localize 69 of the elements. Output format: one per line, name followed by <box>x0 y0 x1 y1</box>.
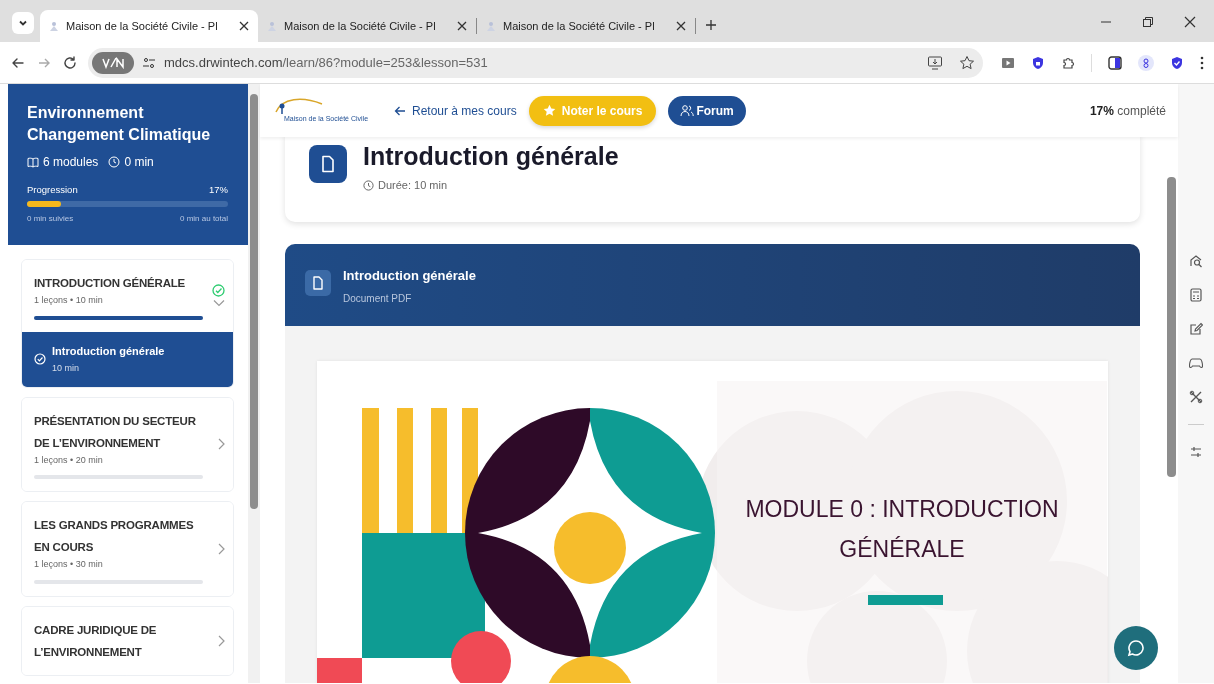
browser-tab[interactable]: Maison de la Société Civile - Pl <box>258 10 476 42</box>
lesson-title: Introduction générale <box>363 141 619 171</box>
back-link[interactable]: Retour à mes cours <box>394 101 517 120</box>
shield-check-icon[interactable] <box>1170 55 1184 70</box>
completion-text: 17% complété <box>1089 102 1166 120</box>
gamepad-icon[interactable] <box>1189 356 1203 370</box>
document-icon <box>305 269 331 296</box>
clock-icon <box>363 179 374 191</box>
document-type: Document PDF <box>343 292 413 306</box>
more-menu-icon[interactable] <box>1200 55 1204 70</box>
favicon-icon <box>485 20 497 32</box>
restore-icon[interactable] <box>1142 16 1154 28</box>
search-icon[interactable] <box>1189 254 1203 268</box>
favicon-icon <box>266 20 278 32</box>
chevron-down-icon <box>213 299 225 308</box>
progress-value: 17% <box>209 182 228 197</box>
lesson-duration: 10 min <box>52 362 80 376</box>
total-time: 0 min au total <box>179 213 228 226</box>
close-icon[interactable] <box>1184 16 1196 28</box>
tab-list-button[interactable] <box>12 12 34 34</box>
browser-tab[interactable]: Maison de la Société Civile - Pl <box>40 10 258 42</box>
calculator-icon[interactable] <box>1189 288 1203 302</box>
chevron-right-icon <box>217 634 225 647</box>
star-icon[interactable] <box>959 54 975 71</box>
book-icon <box>27 155 39 168</box>
close-icon <box>675 20 687 32</box>
users-icon <box>680 104 695 117</box>
chevron-right-icon <box>217 438 225 451</box>
edit-icon[interactable] <box>1189 322 1203 336</box>
module-header[interactable]: PRÉSENTATION DU SECTEUR DE L’ENVIRONNEMENT 1 leçons • 20 min <box>22 397 233 492</box>
module-header[interactable]: CADRE JURIDIQUE DE L’ENVIRONNEMENT <box>22 606 233 675</box>
duration-text: Durée: 10 min <box>378 178 448 193</box>
contrast-icon[interactable] <box>1108 55 1122 70</box>
new-tab-icon[interactable] <box>704 18 718 32</box>
close-icon <box>456 20 468 32</box>
modules-count: 6 modules <box>43 153 99 171</box>
chevron-right-icon <box>217 542 225 555</box>
lesson-title: Introduction générale <box>52 343 165 359</box>
scrollbar[interactable] <box>248 84 260 683</box>
check-circle-icon <box>34 353 46 366</box>
back-arrow-icon <box>394 104 406 117</box>
chat-icon <box>1127 639 1145 657</box>
browser-tab[interactable]: Maison de la Société Civile - Pl <box>477 10 695 42</box>
slide-title: MODULE 0 : INTRODUCTION <box>744 494 1060 524</box>
tools-icon[interactable] <box>1189 390 1203 404</box>
module-header[interactable]: LES GRANDS PROGRAMMES EN COURS 1 leçons • 30 min <box>22 502 233 596</box>
progress-label: Progression <box>27 182 78 197</box>
duration-text: 0 min <box>124 153 154 171</box>
install-app-icon[interactable] <box>927 54 943 71</box>
play-icon[interactable] <box>1001 55 1015 70</box>
shield-lock-icon[interactable] <box>1031 55 1045 70</box>
puzzle-icon[interactable] <box>1061 55 1075 70</box>
star-icon <box>542 104 556 117</box>
vpn-badge-icon[interactable] <box>92 51 134 74</box>
slide-title: GÉNÉRALE <box>838 534 966 564</box>
clock-icon <box>108 155 121 168</box>
site-settings-icon[interactable] <box>142 55 156 70</box>
favicon-icon <box>48 20 60 32</box>
course-title: Environnement Changement Climatique <box>27 103 212 146</box>
profile-icon[interactable] <box>1138 54 1154 71</box>
followed-time: 0 min suivies <box>27 213 74 226</box>
reload-icon[interactable] <box>62 54 78 71</box>
document-icon <box>309 145 347 183</box>
forum-button[interactable]: Forum <box>668 95 746 126</box>
lesson-item[interactable]: Introduction générale 10 min <box>22 331 233 387</box>
chevron-down-icon <box>18 18 28 28</box>
document-title: Introduction générale <box>343 266 476 285</box>
sliders-icon[interactable] <box>1189 445 1203 459</box>
close-icon <box>238 20 250 32</box>
